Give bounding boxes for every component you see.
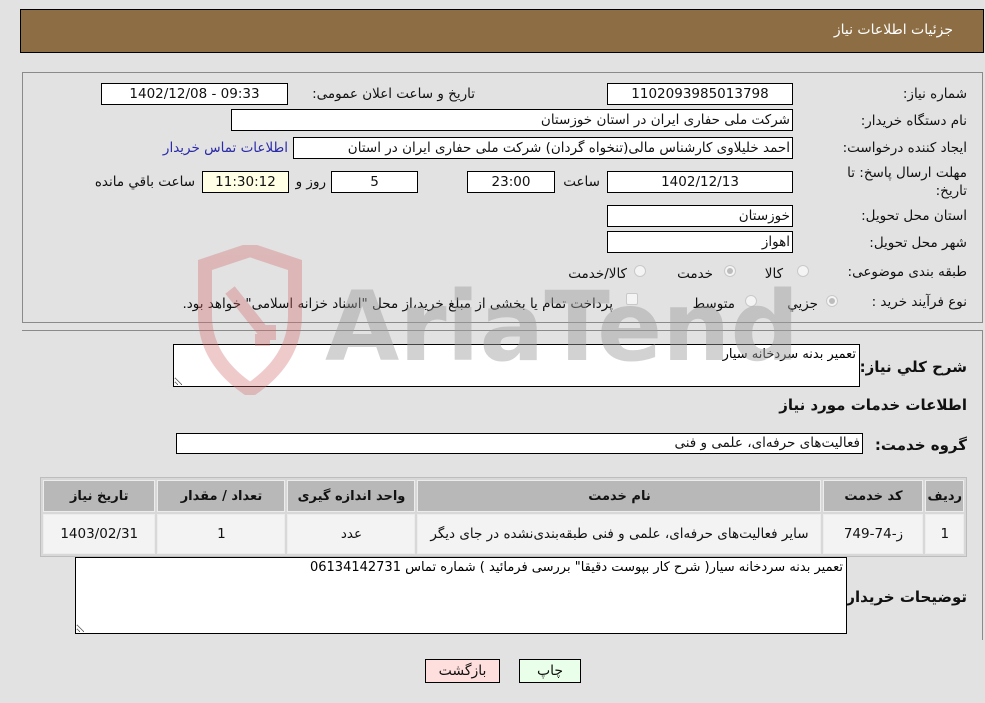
cell-service-code: ز-74-749	[823, 514, 924, 554]
need-number-label: شماره نیاز:	[902, 86, 967, 102]
treasury-note: پرداخت تمام یا بخشی از مبلغ خرید،از محل …	[182, 296, 613, 312]
deadline-time-field: 23:00	[467, 171, 555, 193]
days-remaining-field: 5	[331, 171, 418, 193]
buyer-notes-label: توضیحات خریدار:	[840, 588, 967, 606]
announce-datetime-label: تاریخ و ساعت اعلان عمومی:	[312, 86, 475, 102]
service-group-field: فعالیت‌های حرفه‌ای، علمی و فنی	[176, 433, 863, 454]
service-group-label: گروه خدمت:	[874, 436, 967, 454]
category-label: طبقه بندی موضوعی:	[847, 264, 967, 280]
cell-quantity: 1	[157, 514, 286, 554]
deadline-label-line2: تاریخ:	[935, 183, 967, 199]
category-option-service: خدمت	[677, 266, 713, 282]
deadline-label-line1: مهلت ارسال پاسخ: تا	[847, 165, 967, 181]
page-header: جزئیات اطلاعات نیاز	[20, 9, 984, 53]
delivery-province-field: خوزستان	[607, 205, 793, 227]
requester-field: احمد خلیلاوی کارشناس مالی(تنخواه گردان) …	[293, 137, 793, 159]
page-title: جزئیات اطلاعات نیاز	[833, 22, 953, 38]
buyer-org-label: نام دستگاه خریدار:	[860, 113, 967, 129]
purchase-option-medium: متوسط	[692, 296, 735, 312]
general-description-textarea[interactable]: تعمیر بدنه سردخانه سیار	[173, 344, 860, 387]
treasury-checkbox[interactable]	[626, 293, 638, 305]
delivery-province-label: استان محل تحویل:	[861, 208, 967, 224]
services-section-title: اطلاعات خدمات مورد نیاز	[779, 396, 967, 414]
deadline-time-label: ساعت	[563, 174, 600, 190]
buyer-notes-textarea[interactable]: تعمیر بدنه سردخانه سیار( شرح کار بپوست د…	[75, 557, 847, 634]
table-row: 1 ز-74-749 سایر فعالیت‌های حرفه‌ای، علمی…	[43, 514, 964, 554]
cell-unit: عدد	[287, 514, 416, 554]
general-description-label: شرح کلي نیاز:	[859, 358, 967, 376]
category-option-goods: کالا	[764, 266, 783, 282]
header-quantity: تعداد / مقدار	[157, 480, 286, 512]
back-button[interactable]: بازگشت	[425, 659, 500, 683]
delivery-city-label: شهر محل تحویل:	[869, 235, 967, 251]
time-remaining-field: 11:30:12	[202, 171, 289, 193]
cell-service-name: سایر فعالیت‌های حرفه‌ای، علمی و فنی طبقه…	[417, 514, 822, 554]
category-radio-service[interactable]	[724, 265, 736, 277]
purchase-option-minor: جزيي	[787, 296, 818, 312]
category-radio-goods[interactable]	[797, 265, 809, 277]
cell-need-date: 1403/02/31	[43, 514, 156, 554]
header-row-number: ردیف	[925, 480, 964, 512]
category-option-goods-service: کالا/خدمت	[568, 266, 627, 282]
header-need-date: تاریخ نیاز	[43, 480, 156, 512]
purchase-type-label: نوع فرآیند خرید :	[871, 294, 967, 310]
need-number-field: 1102093985013798	[607, 83, 793, 105]
category-radio-goods-service[interactable]	[634, 265, 646, 277]
header-service-code: کد خدمت	[823, 480, 924, 512]
requester-label: ایجاد کننده درخواست:	[842, 140, 967, 156]
announce-datetime-field: 1402/12/08 - 09:33	[101, 83, 288, 105]
delivery-city-field: اهواز	[607, 231, 793, 253]
time-remaining-label: ساعت باقي مانده	[94, 174, 195, 190]
purchase-radio-minor[interactable]	[826, 295, 838, 307]
purchase-radio-medium[interactable]	[745, 295, 757, 307]
print-button[interactable]: چاپ	[519, 659, 581, 683]
cell-row-number: 1	[925, 514, 964, 554]
days-label: روز و	[295, 174, 326, 190]
header-unit: واحد اندازه گیری	[287, 480, 416, 512]
services-table: ردیف کد خدمت نام خدمت واحد اندازه گیری ت…	[40, 477, 967, 557]
table-header-row: ردیف کد خدمت نام خدمت واحد اندازه گیری ت…	[43, 480, 964, 512]
header-service-name: نام خدمت	[417, 480, 822, 512]
deadline-date-field: 1402/12/13	[607, 171, 793, 193]
buyer-org-field: شرکت ملی حفاری ایران در استان خوزستان	[231, 109, 793, 131]
buyer-contact-link[interactable]: اطلاعات تماس خریدار	[163, 140, 288, 156]
